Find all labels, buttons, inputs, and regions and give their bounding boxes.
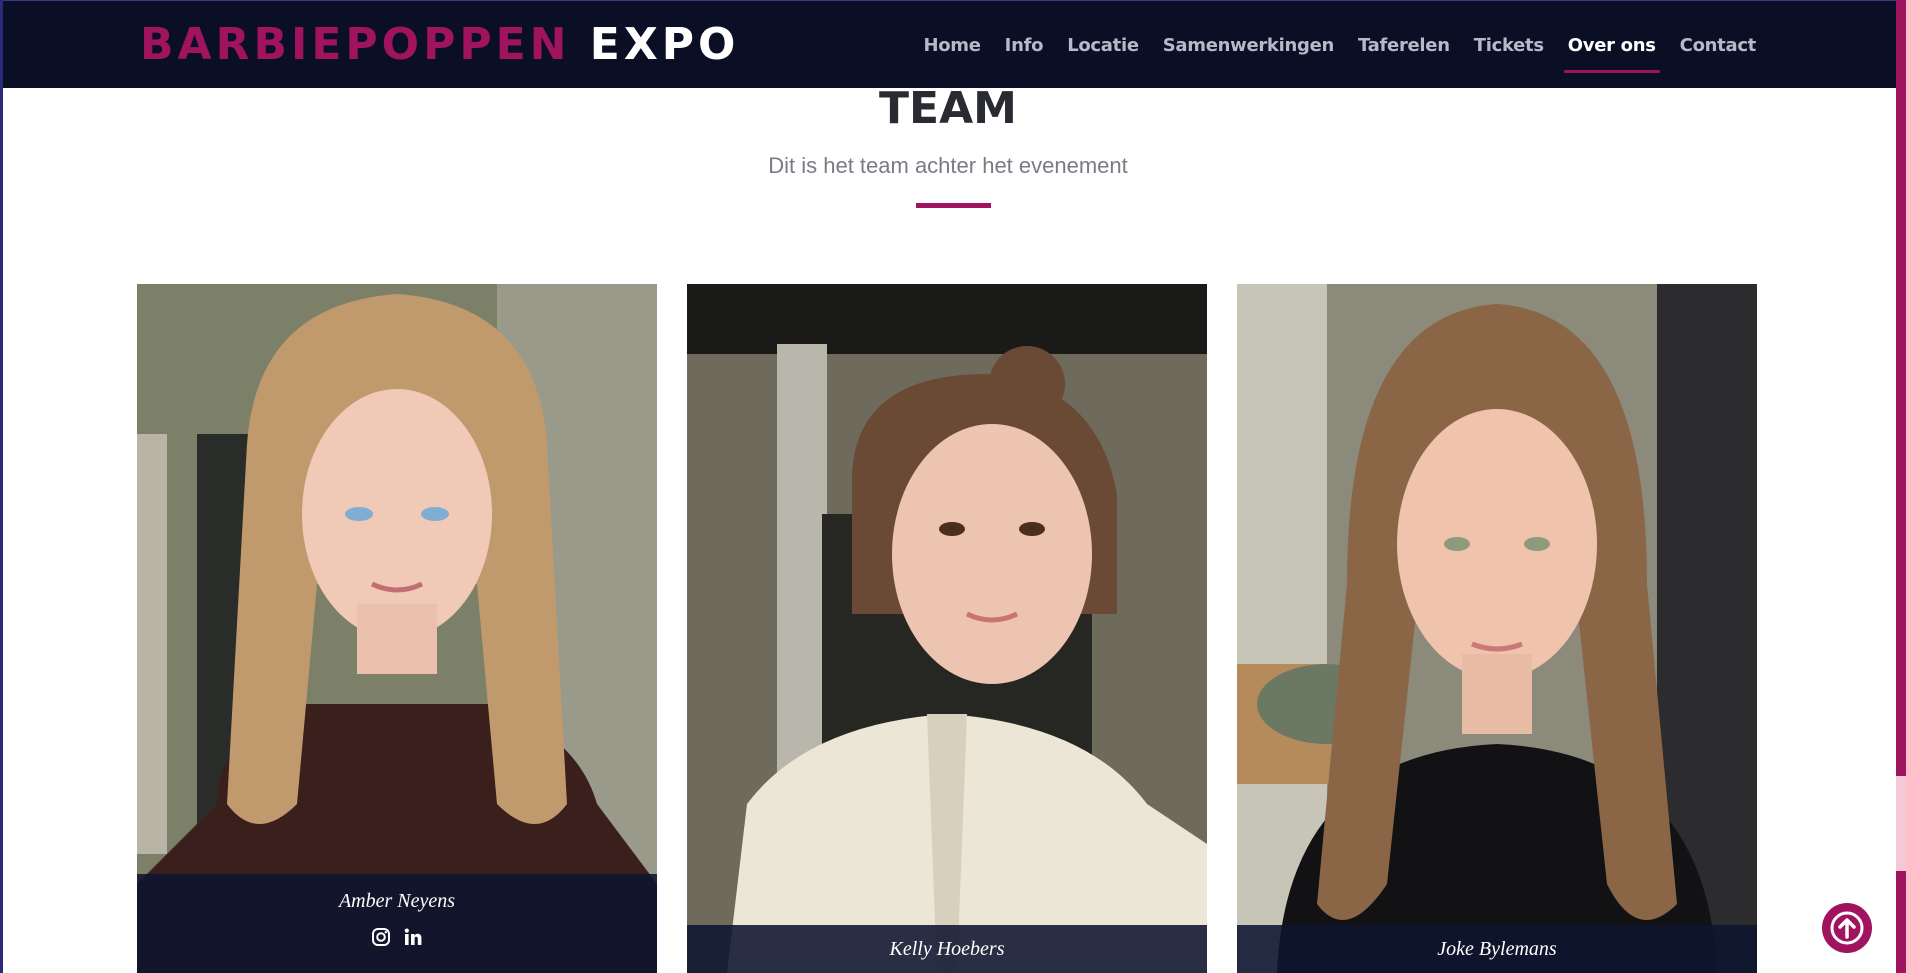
social-links xyxy=(137,927,657,947)
back-to-top-button[interactable] xyxy=(1822,903,1872,953)
arrow-up-icon xyxy=(1830,911,1864,945)
team-caption: Kelly Hoebers xyxy=(687,925,1207,973)
team-card: Joke Bylemans xyxy=(1237,284,1757,973)
section-subtitle: Dit is het team achter het evenement xyxy=(768,153,1128,178)
team-member-name: Kelly Hoebers xyxy=(889,938,1005,960)
team-caption: Amber Neyens xyxy=(137,874,657,973)
team-photo xyxy=(687,284,1207,973)
nav-item-samenwerkingen[interactable]: Samenwerkingen xyxy=(1163,25,1335,66)
nav-item-home[interactable]: Home xyxy=(923,25,981,66)
nav-item-tickets[interactable]: Tickets xyxy=(1474,25,1544,66)
brand-name-part2: EXPO xyxy=(589,19,740,70)
section-title: TEAM xyxy=(879,83,1017,134)
instagram-icon[interactable] xyxy=(371,927,391,947)
main-nav: Home Info Locatie Samenwerkingen Taferel… xyxy=(899,1,1756,89)
team-caption: Joke Bylemans xyxy=(1237,925,1757,973)
section-divider xyxy=(916,203,991,208)
nav-item-over-ons[interactable]: Over ons xyxy=(1563,25,1660,73)
brand-logo[interactable]: BARBIEPOPPEN EXPO xyxy=(140,19,739,70)
team-card: Kelly Hoebers xyxy=(687,284,1207,973)
navbar: BARBIEPOPPEN EXPO Home Info Locatie Same… xyxy=(3,0,1896,88)
team-card: Amber Neyens xyxy=(137,284,657,973)
team-photo xyxy=(137,284,657,973)
window-frame xyxy=(0,0,3,973)
nav-item-contact[interactable]: Contact xyxy=(1680,25,1757,66)
brand-name-part1: BARBIEPOPPEN xyxy=(140,19,571,70)
team-photo xyxy=(1237,284,1757,973)
scrollbar[interactable] xyxy=(1896,0,1906,973)
nav-item-info[interactable]: Info xyxy=(1005,25,1044,66)
nav-item-taferelen[interactable]: Taferelen xyxy=(1358,25,1450,66)
linkedin-icon[interactable] xyxy=(403,927,423,947)
nav-item-locatie[interactable]: Locatie xyxy=(1067,25,1139,66)
scrollbar-thumb[interactable] xyxy=(1896,776,1906,871)
team-member-name: Amber Neyens xyxy=(338,890,456,912)
team-member-name: Joke Bylemans xyxy=(1437,938,1557,960)
